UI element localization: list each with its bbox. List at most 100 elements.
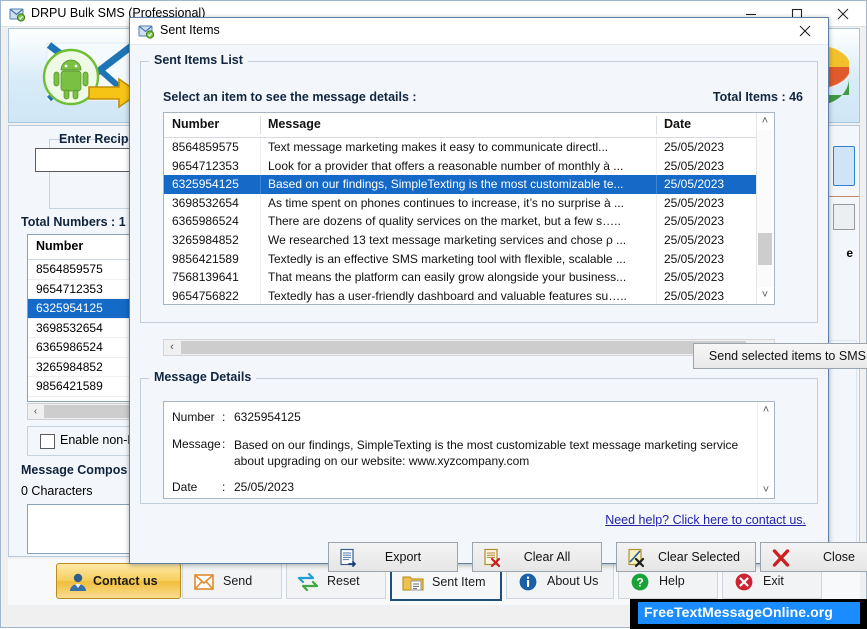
scroll-down-icon[interactable]: ˅ (757, 287, 773, 304)
svg-text:?: ? (636, 576, 643, 590)
scroll-left-icon[interactable]: ‹ (28, 404, 43, 419)
exit-label: Exit (763, 574, 784, 588)
vscroll-thumb[interactable] (758, 233, 772, 265)
right-panel-label: e (846, 246, 853, 260)
row-date: 25/05/2023 (664, 140, 725, 154)
sent-items-list-group: Sent Items List Select an item to see th… (140, 53, 818, 363)
list-item[interactable]: 6365986524 There are dozens of quality s… (164, 212, 774, 231)
app-icon (138, 23, 155, 39)
total-items-count: Total Items : 46 (712, 90, 803, 104)
right-panel-button[interactable] (833, 204, 855, 230)
close-dialog-button[interactable]: Close (760, 542, 867, 572)
message-details-group: Message Details Number : 6325954125 Mess… (140, 370, 818, 504)
clear-selected-label: Clear Selected (658, 550, 740, 564)
numbers-row-number: 9856421589 (36, 379, 103, 393)
row-message: Based on our findings, SimpleTexting is … (268, 177, 624, 192)
details-colon: : (222, 480, 226, 494)
clear-all-button[interactable]: Clear All (472, 542, 602, 572)
enable-non-english-checkbox[interactable] (40, 434, 55, 449)
hscroll-thumb[interactable] (181, 341, 746, 354)
list-hscrollbar[interactable]: ‹ › (163, 339, 775, 356)
column-number[interactable]: Number (172, 117, 219, 131)
header-divider (260, 116, 261, 134)
numbers-row-number: 6325954125 (36, 301, 103, 315)
list-item-selected[interactable]: 6325954125 Based on our findings, Simple… (164, 175, 774, 194)
question-icon: ? (629, 572, 651, 592)
red-x-icon (771, 548, 791, 568)
scroll-up-icon[interactable]: ˄ (758, 402, 774, 418)
row-date: 25/05/2023 (664, 270, 725, 285)
about-us-label: About Us (547, 574, 599, 588)
row-message: There are dozens of quality services on … (268, 214, 621, 229)
scroll-down-icon[interactable]: ˅ (758, 482, 774, 498)
list-item[interactable]: 3265984852 We researched 13 text message… (164, 230, 774, 250)
row-date: 25/05/2023 (664, 251, 725, 266)
row-number: 3265984852 (172, 232, 239, 247)
app-icon (9, 6, 26, 22)
column-date[interactable]: Date (664, 117, 691, 131)
list-item[interactable]: 3698532654 As time spent on phones conti… (164, 193, 774, 213)
total-numbers-label: Total Numbers : 1 (21, 215, 126, 229)
details-message-value: Based on our findings, SimpleTexting is … (234, 438, 739, 468)
export-document-icon (339, 548, 359, 568)
list-item[interactable]: 9654756822 Textedly has a user-friendly … (164, 286, 774, 304)
recipients-group-label: Enter Recipi (59, 132, 132, 146)
numbers-row-number: 9654712353 (36, 281, 103, 296)
envelope-icon (193, 572, 215, 592)
scroll-up-icon[interactable]: ˄ (757, 113, 773, 130)
numbers-row-number: 7568139641 (36, 399, 103, 402)
export-label: Export (384, 550, 422, 564)
contact-us-button[interactable]: Contact us (56, 563, 181, 599)
list-header: Number Message Date (164, 113, 774, 138)
row-number: 8564859575 (172, 140, 239, 154)
dialog-close-button[interactable] (782, 18, 828, 44)
clear-selected-button[interactable]: Clear Selected (616, 542, 756, 572)
header-divider (656, 116, 657, 134)
list-item[interactable]: 9654712353 Look for a provider that offe… (164, 156, 774, 176)
numbers-row-number: 6365986524 (36, 340, 103, 354)
reset-label: Reset (327, 574, 360, 588)
row-date: 25/05/2023 (664, 177, 725, 192)
row-message: Textedly has a user-friendly dashboard a… (268, 288, 627, 303)
help-label: Help (659, 574, 685, 588)
message-composer-label: Message Compos (21, 463, 128, 477)
message-details-group-label: Message Details (149, 370, 257, 384)
select-hint: Select an item to see the message detail… (163, 90, 417, 104)
numbers-row-number: 8564859575 (36, 262, 103, 276)
clear-selected-icon (627, 548, 647, 568)
column-message[interactable]: Message (268, 117, 321, 131)
details-vscrollbar[interactable]: ˄ ˅ (757, 402, 774, 498)
send-label: Send (223, 574, 253, 588)
contact-person-icon (67, 572, 89, 592)
list-item[interactable]: 8564859575 Text message marketing makes … (164, 138, 774, 157)
row-message: That means the platform can easily grow … (268, 270, 627, 285)
row-date: 25/05/2023 (664, 214, 725, 229)
clear-all-icon (483, 548, 503, 568)
dialog-titlebar: Sent Items (130, 18, 828, 45)
android-envelope-icon (27, 35, 145, 113)
row-number: 6325954125 (172, 177, 239, 192)
numbers-row-number: 3265984852 (36, 359, 103, 374)
send-to-sms-composer-button[interactable]: Send selected items to SMS Composer (693, 343, 867, 369)
list-item[interactable]: 9856421589 Textedly is an effective SMS … (164, 249, 774, 269)
row-date: 25/05/2023 (664, 195, 725, 210)
list-item[interactable]: 7568139641 That means the platform can e… (164, 268, 774, 287)
send-button[interactable]: Send (182, 563, 282, 599)
message-details-box[interactable]: Number : 6325954125 Message : Based on o… (163, 401, 775, 499)
sent-items-list-group-label: Sent Items List (149, 53, 248, 67)
sent-items-list[interactable]: Number Message Date 8564859575 Text mess… (163, 112, 775, 305)
details-date-value: 25/05/2023 (234, 480, 295, 494)
list-vscrollbar[interactable]: ˄ ˅ (756, 113, 774, 304)
details-date-label: Date (172, 480, 198, 494)
row-number: 6365986524 (172, 214, 239, 229)
row-message: As time spent on phones continues to inc… (268, 195, 624, 210)
contact-us-label: Contact us (93, 574, 158, 588)
export-button[interactable]: Export (328, 542, 458, 572)
contact-us-link[interactable]: Need help? Click here to contact us. (605, 513, 806, 527)
details-colon: : (222, 410, 226, 424)
divider (829, 196, 859, 197)
row-date: 25/05/2023 (664, 232, 725, 247)
row-date: 25/05/2023 (664, 288, 725, 303)
scroll-left-icon[interactable]: ‹ (164, 340, 180, 355)
right-panel-field[interactable] (833, 146, 855, 186)
